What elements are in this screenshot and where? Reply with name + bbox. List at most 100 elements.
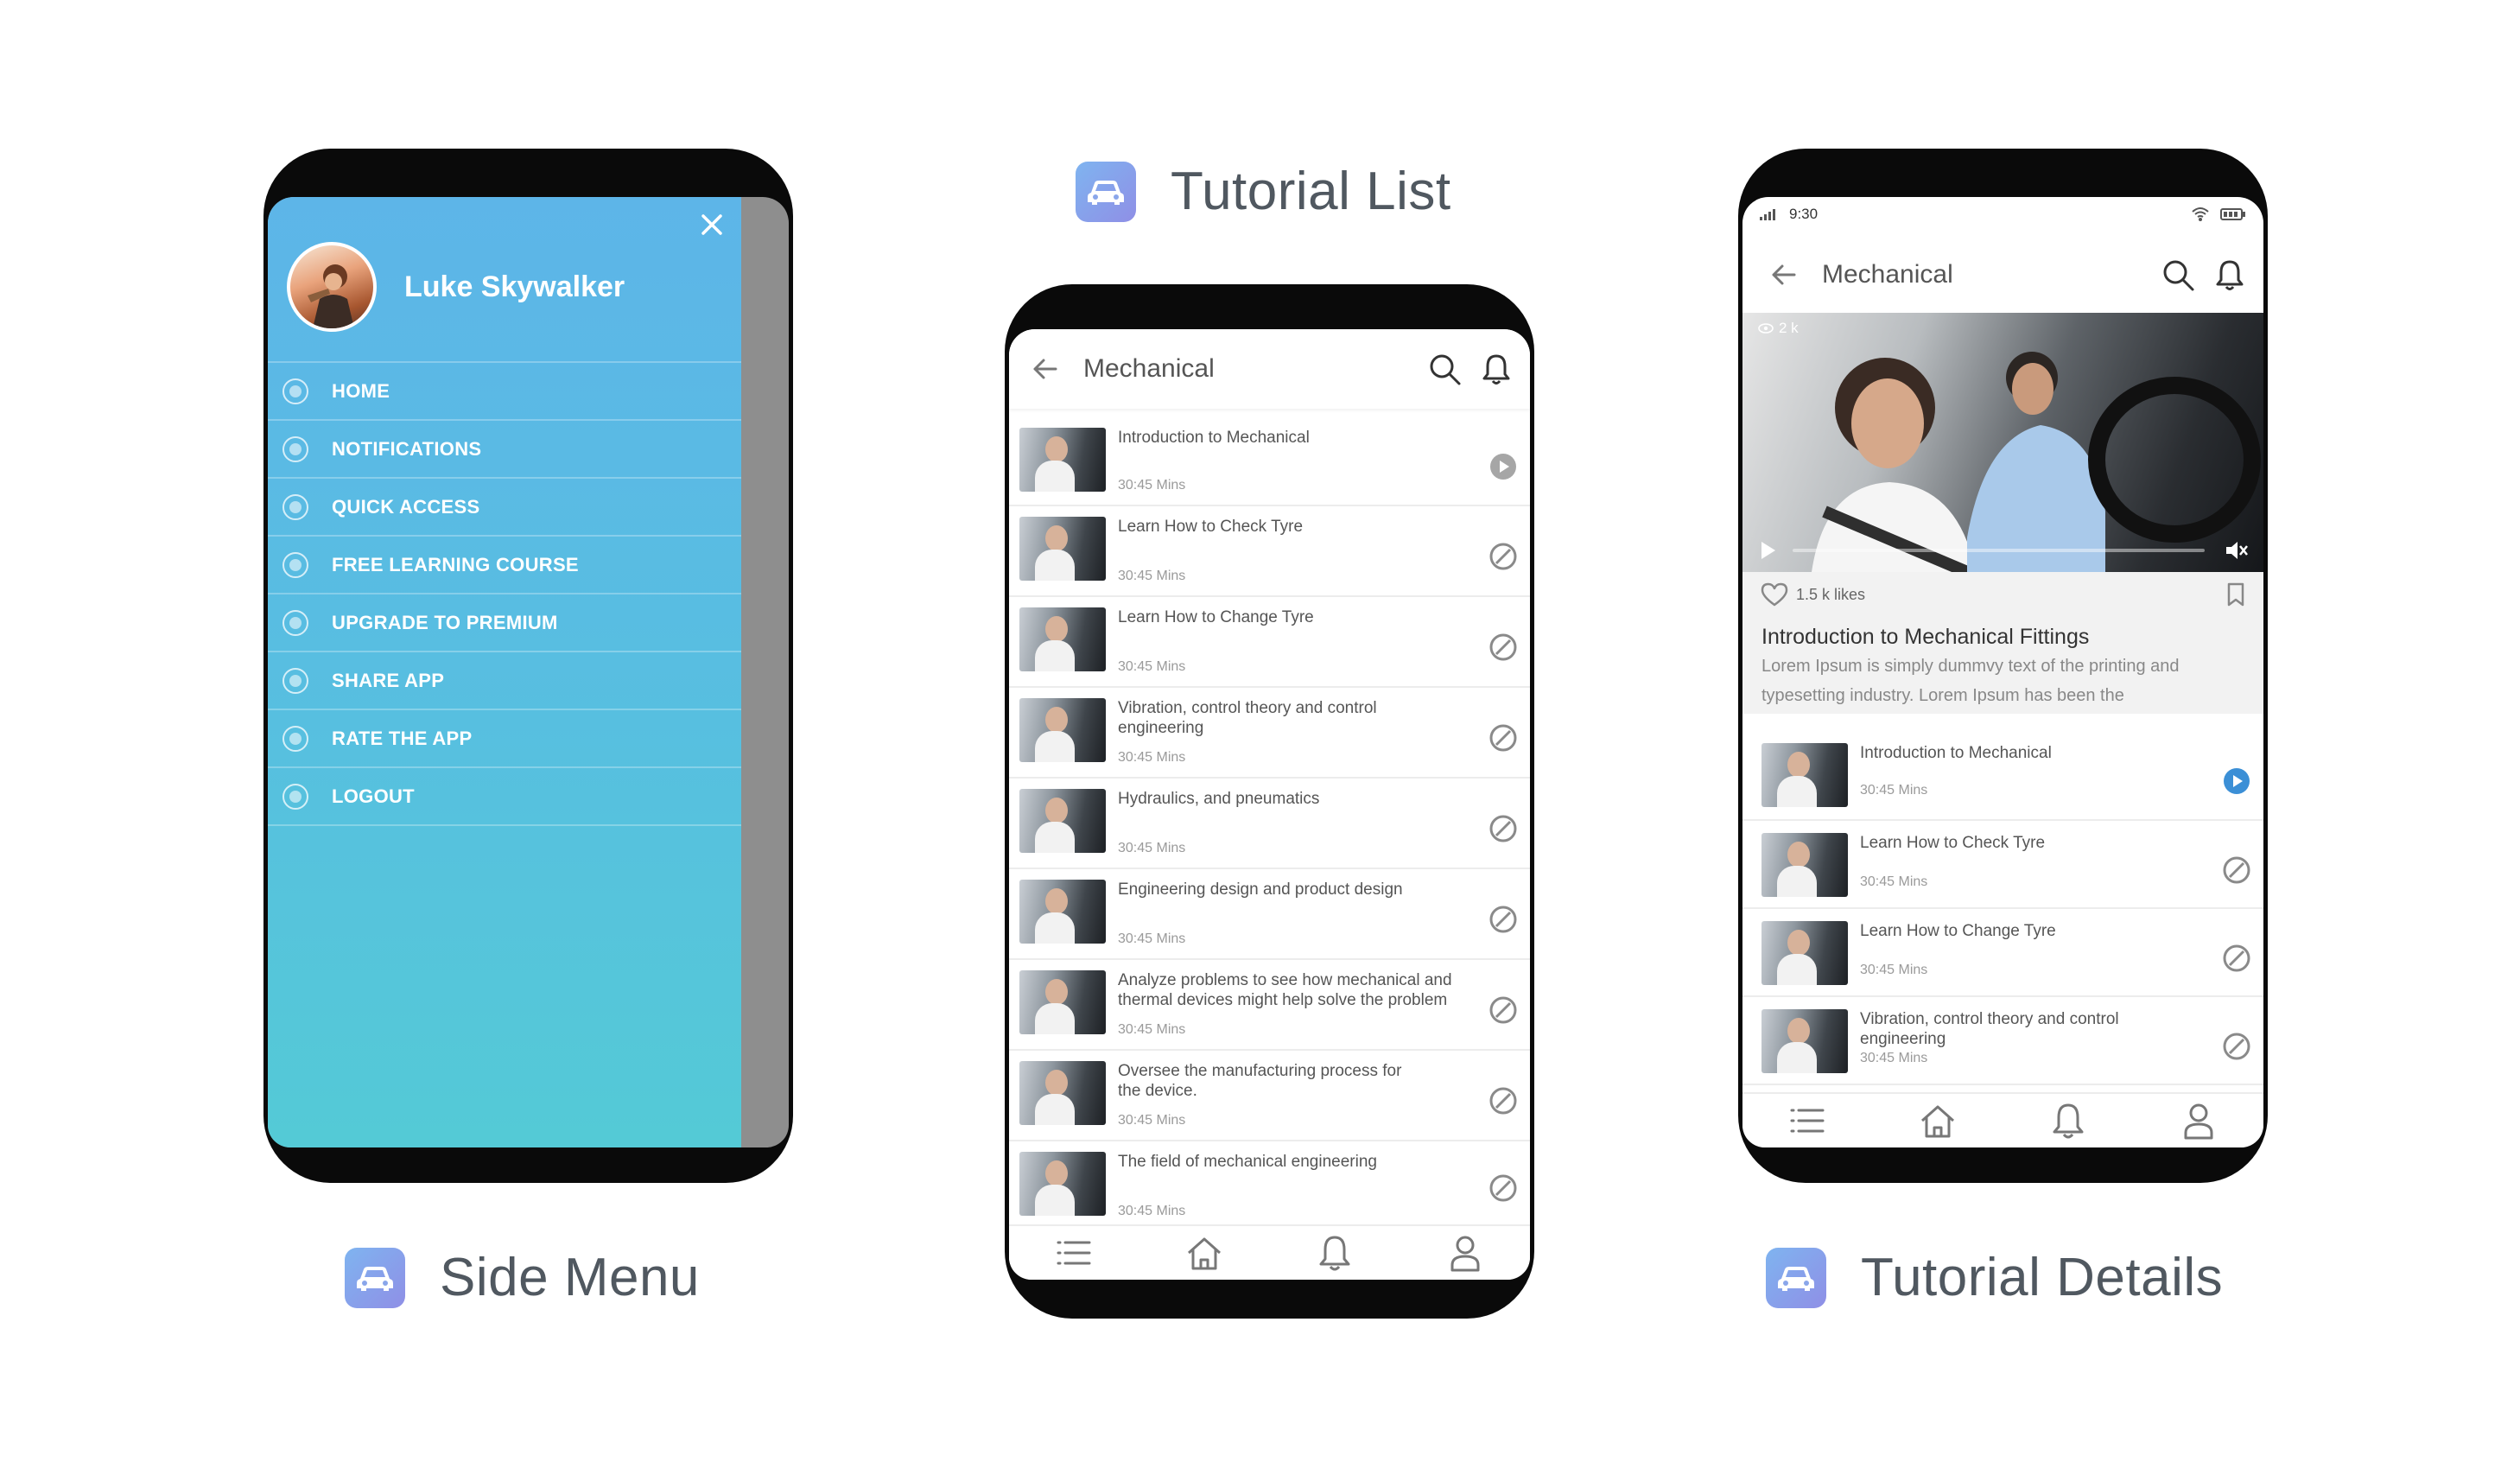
- list-item[interactable]: Learn How to Check Tyre 30:45 Mins: [1009, 506, 1530, 597]
- list-icon[interactable]: [1053, 1232, 1095, 1274]
- home-icon[interactable]: [1184, 1232, 1225, 1274]
- list-item[interactable]: Analyze problems to see how mechanical a…: [1009, 960, 1530, 1051]
- locked-icon: [2223, 856, 2250, 884]
- bell-icon[interactable]: [2212, 257, 2248, 293]
- menu-bullet-icon: [282, 378, 308, 404]
- bell-icon[interactable]: [1478, 351, 1514, 387]
- list-item-duration: 30:45 Mins: [1860, 874, 1928, 889]
- back-arrow-icon[interactable]: [1028, 352, 1063, 386]
- video-progress-track[interactable]: [1793, 549, 2205, 552]
- home-icon[interactable]: [1917, 1100, 1958, 1141]
- list-item-text: Learn How to Change Tyre 30:45 Mins: [1106, 607, 1487, 677]
- list-item-title: Vibration, control theory and control en…: [1860, 1010, 2119, 1048]
- user-name: Luke Skywalker: [404, 270, 625, 303]
- list-item-duration: 30:45 Mins: [1118, 750, 1186, 765]
- menu-item-label: NOTIFICATIONS: [332, 437, 482, 460]
- menu-bullet-icon: [282, 493, 308, 520]
- video-thumbnail: [1019, 698, 1106, 762]
- video-frame-image: [1812, 352, 2261, 572]
- list-item[interactable]: Learn How to Change Tyre 30:45 Mins: [1009, 597, 1530, 688]
- car-app-icon: [1076, 161, 1136, 222]
- side-menu-list: HOME NOTIFICATIONS QUICK ACCESS FREE LEA…: [268, 361, 741, 826]
- list-item-duration: 30:45 Mins: [1118, 841, 1186, 855]
- menu-item-upgrade-to-premium[interactable]: UPGRADE TO PREMIUM: [268, 594, 741, 652]
- list-item-duration: 30:45 Mins: [1118, 478, 1186, 493]
- phone-tutorial-list: Mechanical Introduction to Mechanical 30…: [1005, 284, 1534, 1319]
- list-item-text: Learn How to Check Tyre 30:45 Mins: [1848, 833, 2220, 902]
- profile-icon[interactable]: [2178, 1100, 2219, 1141]
- play-circle-icon[interactable]: [2220, 765, 2253, 798]
- list-item-duration: 30:45 Mins: [1118, 659, 1186, 674]
- avatar[interactable]: [287, 242, 377, 332]
- locked-icon: [2223, 1033, 2250, 1060]
- list-item[interactable]: Engineering design and product design 30…: [1009, 869, 1530, 960]
- menu-item-home[interactable]: HOME: [268, 363, 741, 421]
- list-item-title: Learn How to Check Tyre: [1860, 834, 2046, 852]
- caption-label: Tutorial Details: [1861, 1248, 2224, 1307]
- caption-label: Tutorial List: [1171, 162, 1451, 221]
- menu-item-label: FREE LEARNING COURSE: [332, 553, 579, 575]
- page-title: Mechanical: [1083, 354, 1215, 383]
- menu-item-share-app[interactable]: SHARE APP: [268, 652, 741, 710]
- back-arrow-icon[interactable]: [1767, 257, 1801, 292]
- menu-item-notifications[interactable]: NOTIFICATIONS: [268, 421, 741, 479]
- tutorial-list-screen: Mechanical Introduction to Mechanical 30…: [1009, 329, 1530, 1280]
- video-description: Introduction to Mechanical Fittings Lore…: [1742, 617, 2263, 714]
- video-thumbnail: [1761, 1009, 1848, 1073]
- list-item-text: Learn How to Change Tyre 30:45 Mins: [1848, 921, 2220, 990]
- menu-item-logout[interactable]: LOGOUT: [268, 768, 741, 826]
- bell-icon[interactable]: [1314, 1232, 1355, 1274]
- profile-header[interactable]: Luke Skywalker: [287, 242, 625, 332]
- menu-item-free-learning-course[interactable]: FREE LEARNING COURSE: [268, 537, 741, 594]
- list-item-text: Analyze problems to see how mechanical a…: [1106, 970, 1487, 1039]
- list-item[interactable]: Oversee the manufacturing process for th…: [1009, 1051, 1530, 1141]
- play-circle-icon[interactable]: [1487, 450, 1520, 483]
- list-item-text: Engineering design and product design 30…: [1106, 880, 1487, 949]
- video-description-text: Lorem Ipsum is simply dummvy text of the…: [1761, 657, 2180, 705]
- list-item[interactable]: Introduction to Mechanical 30:45 Mins: [1009, 416, 1530, 506]
- bookmark-icon[interactable]: [2225, 582, 2246, 607]
- list-item[interactable]: Learn How to Check Tyre 30:45 Mins: [1742, 821, 2263, 909]
- bell-icon[interactable]: [2047, 1100, 2089, 1141]
- list-item[interactable]: Vibration, control theory and control en…: [1009, 688, 1530, 779]
- menu-item-label: HOME: [332, 379, 390, 402]
- list-item[interactable]: The field of mechanical engineering 30:4…: [1009, 1141, 1530, 1226]
- menu-bullet-icon: [282, 783, 308, 810]
- car-app-icon: [1766, 1247, 1826, 1308]
- video-thumbnail: [1761, 833, 1848, 897]
- view-count-value: 2 k: [1779, 320, 1799, 336]
- menu-bullet-icon: [282, 551, 308, 578]
- mute-icon[interactable]: [2224, 539, 2248, 562]
- menu-item-quick-access[interactable]: QUICK ACCESS: [268, 479, 741, 537]
- locked-icon: [1489, 815, 1517, 842]
- search-icon[interactable]: [1426, 351, 1463, 387]
- video-thumbnail: [1019, 789, 1106, 853]
- caption-label: Side Menu: [440, 1248, 700, 1307]
- app-bar: Mechanical: [1009, 329, 1530, 409]
- list-item-title: Vibration, control theory and control en…: [1118, 699, 1377, 737]
- list-item[interactable]: Hydraulics, and pneumatics 30:45 Mins: [1009, 779, 1530, 869]
- bottom-nav: [1009, 1224, 1530, 1280]
- video-thumbnail: [1019, 607, 1106, 671]
- list-item-duration: 30:45 Mins: [1118, 931, 1186, 946]
- list-item-title: The field of mechanical engineering: [1118, 1153, 1377, 1171]
- profile-icon[interactable]: [1444, 1232, 1486, 1274]
- list-item[interactable]: Learn How to Change Tyre 30:45 Mins: [1742, 909, 2263, 997]
- video-thumbnail: [1761, 921, 1848, 985]
- battery-icon: [2220, 208, 2245, 220]
- menu-item-rate-the-app[interactable]: RATE THE APP: [268, 710, 741, 768]
- list-item-duration: 30:45 Mins: [1118, 569, 1186, 583]
- list-icon[interactable]: [1787, 1100, 1828, 1141]
- list-item[interactable]: Introduction to Mechanical 30:45 Mins: [1742, 734, 2263, 821]
- heart-icon[interactable]: [1760, 582, 1789, 607]
- menu-item-label: QUICK ACCESS: [332, 495, 480, 518]
- play-icon[interactable]: [1756, 539, 1779, 562]
- list-item[interactable]: Vibration, control theory and control en…: [1742, 997, 2263, 1085]
- car-app-icon: [345, 1247, 405, 1308]
- list-item-text: The field of mechanical engineering 30:4…: [1106, 1152, 1487, 1221]
- menu-item-label: LOGOUT: [332, 785, 415, 807]
- video-player[interactable]: 2 k: [1742, 313, 2263, 572]
- close-icon[interactable]: [695, 207, 729, 242]
- search-icon[interactable]: [2160, 257, 2196, 293]
- locked-icon: [1489, 543, 1517, 569]
